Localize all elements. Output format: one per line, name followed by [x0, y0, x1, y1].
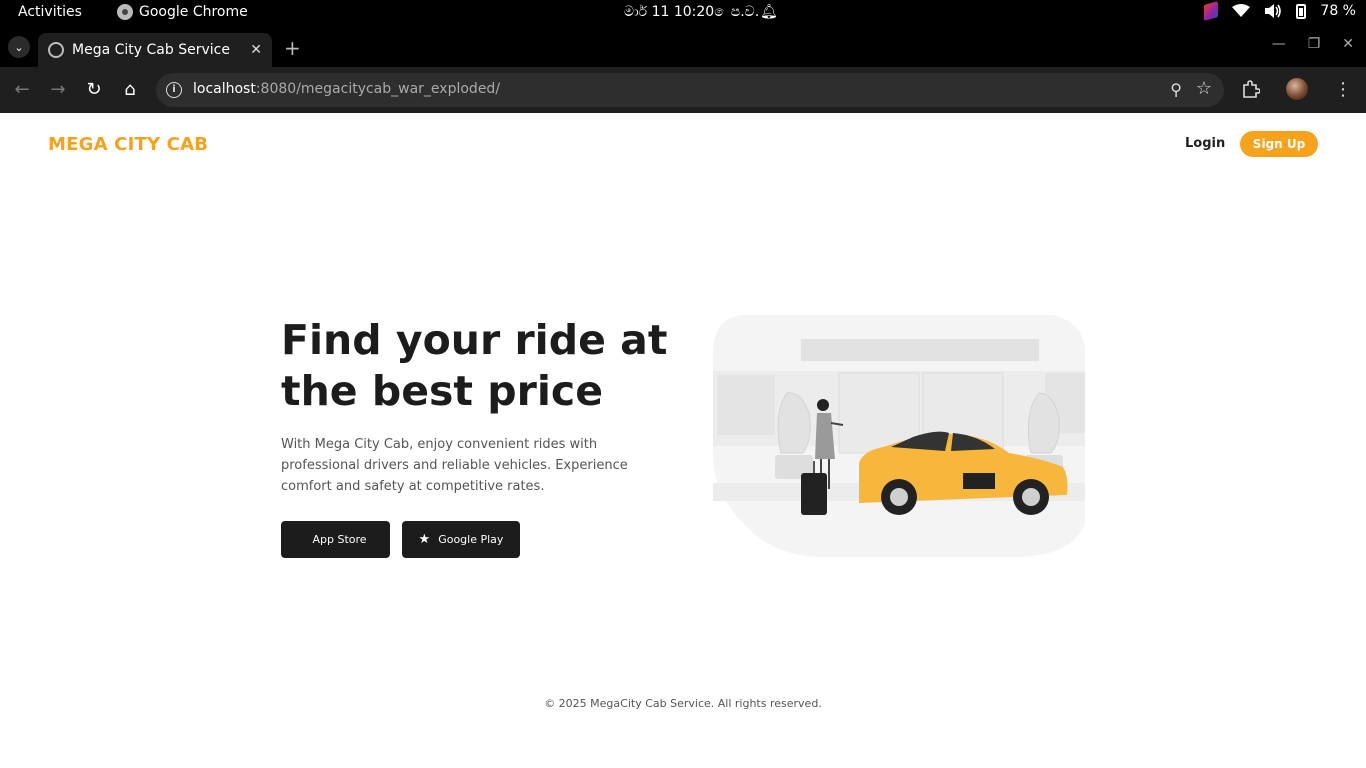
battery-icon [1296, 3, 1307, 19]
new-tab-plus-icon[interactable]: + [284, 36, 301, 60]
globe-icon [48, 42, 64, 58]
app-store-label: App Store [312, 533, 367, 546]
app-menu[interactable]: Google Chrome [117, 4, 248, 20]
kebab-menu-icon[interactable]: ⋮ [1334, 79, 1352, 100]
site-logo[interactable]: MEGA CITY CAB [48, 134, 208, 155]
browser-toolbar: ← → ↻ ⌂ i localhost:8080/megacitycab_war… [0, 67, 1366, 113]
volume-icon [1265, 4, 1282, 18]
chrome-icon [117, 4, 133, 20]
close-icon[interactable]: ✕ [250, 42, 262, 58]
tab-title: Mega City Cab Service [72, 42, 230, 58]
wifi-icon [1232, 4, 1251, 17]
url-host: localhost [193, 81, 256, 97]
hero-title: Find your ride at the best price [281, 316, 668, 415]
minimize-icon[interactable]: — [1272, 36, 1286, 52]
login-link[interactable]: Login [1185, 136, 1225, 151]
tab-active[interactable]: Mega City Cab Service ✕ [38, 33, 272, 67]
profile-avatar[interactable] [1286, 78, 1308, 100]
site-header: MEGA CITY CAB Login Sign Up [0, 113, 1366, 175]
close-window-icon[interactable]: ✕ [1342, 36, 1354, 52]
google-play-button[interactable]: ★ Google Play [402, 521, 520, 558]
window-controls: — ❐ ✕ [1272, 36, 1354, 52]
site-info-icon[interactable]: i [166, 82, 182, 98]
signup-button[interactable]: Sign Up [1240, 131, 1318, 157]
url-path: :8080/megacitycab_war_exploded/ [255, 81, 501, 97]
home-icon[interactable]: ⌂ [118, 79, 142, 101]
maximize-icon[interactable]: ❐ [1308, 36, 1321, 52]
footer-copyright: © 2025 MegaCity Cab Service. All rights … [544, 697, 822, 710]
page-viewport: MEGA CITY CAB Login Sign Up Find your ri… [0, 113, 1366, 768]
toolbar-right: ⋮ [1242, 78, 1352, 100]
system-top-bar: Activities Google Chrome මාර් 11 10:20 ෙ… [0, 0, 1366, 27]
extensions-puzzle-icon[interactable] [1242, 80, 1260, 98]
battery-percent: 78 % [1320, 3, 1356, 19]
notification-bell-icon[interactable]: 🔔︎ [760, 4, 778, 20]
tab-search-chevron-down-icon[interactable]: ⌄ [8, 36, 30, 58]
bookmark-star-icon[interactable]: ☆ [1196, 78, 1212, 99]
hero-description: With Mega City Cab, enjoy convenient rid… [281, 437, 628, 494]
system-tray[interactable]: 78 % [1204, 1, 1356, 21]
app-store-button[interactable]: App Store [281, 521, 390, 558]
app-indicator-icon[interactable] [1204, 1, 1219, 21]
forward-arrow-icon[interactable]: → [46, 79, 70, 101]
google-play-label: Google Play [438, 533, 504, 546]
url-text[interactable]: localhost:8080/megacitycab_war_exploded/ [193, 81, 500, 97]
star-icon: ★ [418, 532, 431, 547]
taxi-illustration [713, 315, 1085, 557]
activities-button[interactable]: Activities [18, 4, 82, 20]
address-bar[interactable]: i localhost:8080/megacitycab_war_explode… [156, 73, 1224, 107]
tab-strip: ⌄ Mega City Cab Service ✕ + — ❐ ✕ [0, 27, 1366, 67]
clock[interactable]: මාර් 11 10:20 ෙප.ව. [624, 4, 759, 20]
zoom-icon[interactable]: ⚲ [1170, 80, 1182, 99]
reload-icon[interactable]: ↻ [82, 79, 106, 101]
app-name: Google Chrome [139, 4, 248, 20]
back-arrow-icon[interactable]: ← [10, 79, 34, 101]
